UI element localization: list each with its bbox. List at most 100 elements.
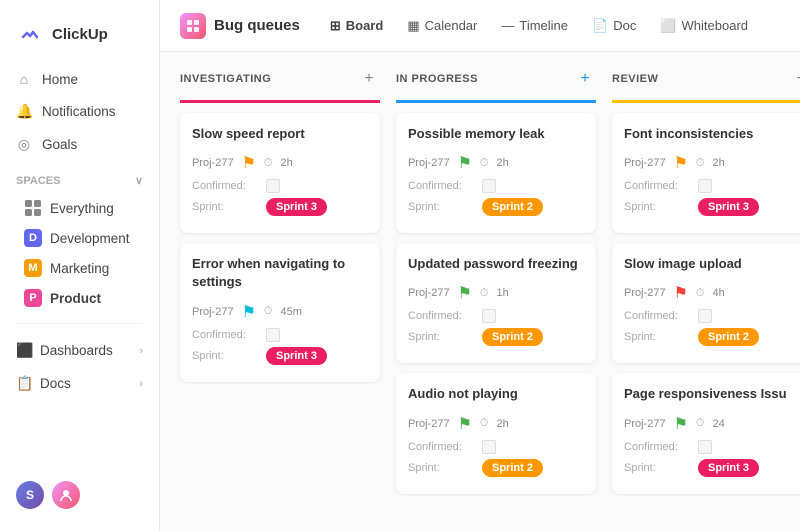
- card-proj: Proj-277: [192, 306, 234, 318]
- card-proj: Proj-277: [624, 157, 666, 169]
- flag-icon: ⚑: [242, 153, 256, 173]
- spaces-section: Spaces ∨: [0, 160, 159, 193]
- card-time: 2h: [497, 418, 509, 430]
- card-memory-leak[interactable]: Possible memory leak Proj-277 ⚑ ⏱ 2h Con…: [396, 113, 596, 233]
- sidebar-goals-label: Goals: [42, 137, 77, 152]
- card-sprint-row: Sprint: Sprint 3: [624, 459, 800, 477]
- card-confirmed-row: Confirmed:: [192, 328, 368, 342]
- column-header-investigating: INVESTIGATING +: [180, 68, 380, 103]
- card-slow-image-upload[interactable]: Slow image upload Proj-277 ⚑ ⏱ 4h Confir…: [612, 243, 800, 363]
- sprint-label: Sprint:: [624, 331, 692, 343]
- card-proj: Proj-277: [408, 157, 450, 169]
- card-meta: Proj-277 ⚑ ⏱ 4h: [624, 283, 800, 303]
- sidebar-item-goals[interactable]: ◎ Goals: [8, 129, 151, 160]
- confirmed-checkbox[interactable]: [266, 328, 280, 342]
- confirmed-checkbox[interactable]: [266, 179, 280, 193]
- sidebar-item-home[interactable]: ⌂ Home: [8, 64, 151, 94]
- header: Bug queues ⊞ Board ▦ Calendar — Timeline…: [160, 0, 800, 52]
- sidebar-item-notifications[interactable]: 🔔 Notifications: [8, 96, 151, 127]
- confirmed-label: Confirmed:: [624, 310, 692, 322]
- clock-icon: ⏱: [480, 417, 489, 430]
- user-avatar-secondary[interactable]: [52, 481, 80, 509]
- sidebar-item-docs[interactable]: 📋 Docs ›: [0, 367, 159, 400]
- card-time: 2h: [497, 157, 509, 169]
- confirmed-checkbox[interactable]: [698, 179, 712, 193]
- clock-icon: ⏱: [696, 157, 705, 170]
- board-tab-icon: ⊞: [330, 18, 341, 34]
- card-error-navigating[interactable]: Error when navigating to settings Proj-2…: [180, 243, 380, 381]
- confirmed-checkbox[interactable]: [482, 309, 496, 323]
- confirmed-label: Confirmed:: [408, 180, 476, 192]
- confirmed-checkbox[interactable]: [482, 179, 496, 193]
- sidebar-item-product[interactable]: P Product: [8, 283, 151, 313]
- tab-board[interactable]: ⊞ Board: [320, 12, 393, 40]
- tab-doc[interactable]: 📄 Doc: [582, 12, 646, 40]
- user-avatar-primary[interactable]: S: [16, 481, 44, 509]
- column-title-review: REVIEW: [612, 73, 658, 85]
- sprint-label: Sprint:: [192, 201, 260, 213]
- page-title: Bug queues: [180, 13, 300, 39]
- main-content: Bug queues ⊞ Board ▦ Calendar — Timeline…: [160, 0, 800, 531]
- sidebar: ClickUp ⌂ Home 🔔 Notifications ◎ Goals S…: [0, 0, 160, 531]
- flag-icon: ⚑: [674, 414, 688, 434]
- dashboards-label: Dashboards: [40, 343, 113, 358]
- card-sprint-row: Sprint: Sprint 3: [624, 198, 800, 216]
- sidebar-notifications-label: Notifications: [42, 104, 116, 119]
- confirmed-checkbox[interactable]: [482, 440, 496, 454]
- flag-icon: ⚑: [242, 302, 256, 322]
- sidebar-item-everything[interactable]: Everything: [8, 193, 151, 223]
- tab-whiteboard[interactable]: ⬜ Whiteboard: [650, 12, 758, 40]
- card-slow-speed-report[interactable]: Slow speed report Proj-277 ⚑ ⏱ 2h Confir…: [180, 113, 380, 233]
- docs-chevron: ›: [139, 378, 143, 390]
- card-page-responsiveness[interactable]: Page responsiveness Issu Proj-277 ⚑ ⏱ 24…: [612, 373, 800, 493]
- card-meta: Proj-277 ⚑ ⏱ 2h: [624, 153, 800, 173]
- tab-calendar[interactable]: ▦ Calendar: [397, 12, 487, 40]
- clickup-logo-icon: [16, 20, 44, 48]
- sidebar-nav: ⌂ Home 🔔 Notifications ◎ Goals: [0, 64, 159, 160]
- tab-whiteboard-label: Whiteboard: [682, 18, 748, 33]
- confirmed-label: Confirmed:: [624, 180, 692, 192]
- sprint-badge: Sprint 2: [482, 198, 543, 216]
- sprint-label: Sprint:: [408, 331, 476, 343]
- spaces-label: Spaces: [16, 175, 60, 187]
- docs-label: Docs: [40, 376, 71, 391]
- tab-calendar-label: Calendar: [425, 18, 478, 33]
- flag-icon: ⚑: [458, 283, 472, 303]
- add-card-investigating[interactable]: +: [358, 68, 380, 90]
- sidebar-home-label: Home: [42, 72, 78, 87]
- docs-icon: 📋: [16, 375, 32, 392]
- card-title: Updated password freezing: [408, 255, 584, 273]
- confirmed-checkbox[interactable]: [698, 309, 712, 323]
- column-header-review: REVIEW +: [612, 68, 800, 103]
- dashboard-icon: ⬛: [16, 342, 32, 359]
- card-title: Audio not playing: [408, 385, 584, 403]
- tab-timeline[interactable]: — Timeline: [491, 12, 578, 39]
- confirmed-checkbox[interactable]: [698, 440, 712, 454]
- sidebar-item-development[interactable]: D Development: [8, 223, 151, 253]
- add-card-review[interactable]: +: [790, 68, 800, 90]
- card-font-inconsistencies[interactable]: Font inconsistencies Proj-277 ⚑ ⏱ 2h Con…: [612, 113, 800, 233]
- card-title: Slow image upload: [624, 255, 800, 273]
- card-proj: Proj-277: [408, 287, 450, 299]
- whiteboard-tab-icon: ⬜: [660, 18, 676, 34]
- card-audio-not-playing[interactable]: Audio not playing Proj-277 ⚑ ⏱ 2h Confir…: [396, 373, 596, 493]
- card-meta: Proj-277 ⚑ ⏱ 24: [624, 414, 800, 434]
- add-card-in-progress[interactable]: +: [574, 68, 596, 90]
- sidebar-item-dashboards[interactable]: ⬛ Dashboards ›: [0, 334, 159, 367]
- card-sprint-row: Sprint: Sprint 3: [192, 347, 368, 365]
- sprint-label: Sprint:: [408, 462, 476, 474]
- everything-label: Everything: [50, 201, 114, 216]
- tab-doc-label: Doc: [613, 18, 636, 33]
- sidebar-item-marketing[interactable]: M Marketing: [8, 253, 151, 283]
- everything-icon: [24, 199, 42, 217]
- card-proj: Proj-277: [624, 287, 666, 299]
- logo: ClickUp: [0, 12, 159, 64]
- divider: [16, 323, 143, 324]
- confirmed-label: Confirmed:: [408, 310, 476, 322]
- card-confirmed-row: Confirmed:: [624, 309, 800, 323]
- sprint-badge: Sprint 2: [482, 328, 543, 346]
- page-title-text: Bug queues: [214, 17, 300, 34]
- confirmed-label: Confirmed:: [192, 180, 260, 192]
- card-password-freezing[interactable]: Updated password freezing Proj-277 ⚑ ⏱ 1…: [396, 243, 596, 363]
- sprint-badge: Sprint 3: [266, 347, 327, 365]
